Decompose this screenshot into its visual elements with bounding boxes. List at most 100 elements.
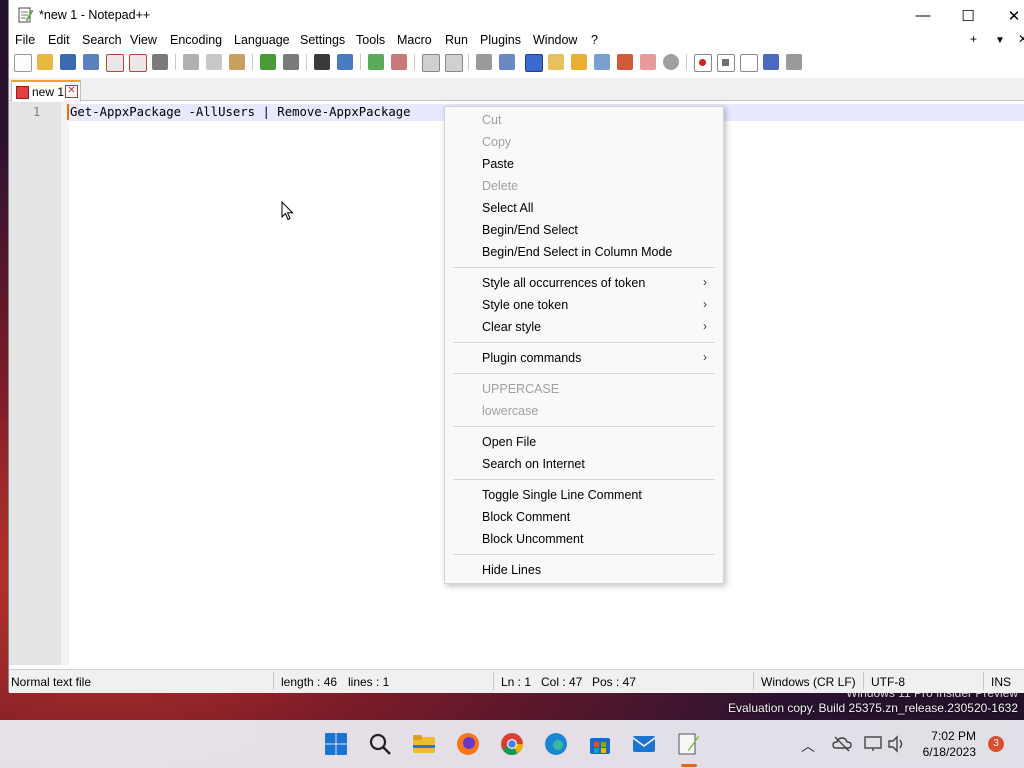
status-insert-mode[interactable]: INS <box>991 675 1011 689</box>
menu-file[interactable]: File <box>15 33 35 47</box>
menu-language[interactable]: Language <box>234 33 290 47</box>
menu-plugins[interactable]: Plugins <box>480 33 521 47</box>
chrome-icon[interactable] <box>500 732 524 756</box>
tab-list-dropdown-icon[interactable]: ▼ <box>995 35 1005 46</box>
ctx-select-all[interactable]: Select All <box>482 201 533 215</box>
ctx-hide-lines[interactable]: Hide Lines <box>482 563 541 577</box>
new-file-icon[interactable] <box>14 54 32 72</box>
status-eol[interactable]: Windows (CR LF) <box>761 675 856 689</box>
print-icon[interactable] <box>152 54 168 70</box>
ctx-paste[interactable]: Paste <box>482 157 514 171</box>
file-explorer-icon[interactable] <box>412 732 436 756</box>
ctx-cut[interactable]: Cut <box>482 113 501 127</box>
firefox-icon[interactable] <box>456 732 480 756</box>
open-file-icon[interactable] <box>37 54 53 70</box>
indent-guide-icon[interactable] <box>525 54 543 72</box>
close-all-icon[interactable] <box>129 54 147 72</box>
title-bar[interactable]: *new 1 - Notepad++ — ☐ ✕ <box>9 0 1024 31</box>
code-line[interactable]: Get-AppxPackage -AllUsers | Remove-AppxP… <box>70 105 411 119</box>
ctx-toggle-single-line-comment[interactable]: Toggle Single Line Comment <box>482 488 642 502</box>
submenu-arrow-icon: › <box>703 350 707 364</box>
minimize-button[interactable]: — <box>900 0 946 31</box>
submenu-arrow-icon: › <box>703 319 707 333</box>
edge-icon[interactable] <box>544 732 568 756</box>
menu-search[interactable]: Search <box>82 33 122 47</box>
doc-map-icon[interactable] <box>571 54 587 70</box>
zoom-in-icon[interactable] <box>368 54 384 70</box>
paste-icon[interactable] <box>229 54 245 70</box>
tab-close-icon[interactable]: ✕ <box>65 85 78 98</box>
word-wrap-icon[interactable] <box>476 54 492 70</box>
notification-badge[interactable]: 3 <box>988 736 1004 752</box>
ctx-lowercase[interactable]: lowercase <box>482 404 538 418</box>
show-all-characters-icon[interactable] <box>499 54 515 70</box>
tab-new-1[interactable]: new 1 ✕ <box>11 80 81 102</box>
menu-macro[interactable]: Macro <box>397 33 432 47</box>
menu-run[interactable]: Run <box>445 33 468 47</box>
status-position: Pos : 47 <box>592 675 637 689</box>
fold-margin[interactable] <box>61 102 69 665</box>
save-macro-icon[interactable] <box>786 54 802 70</box>
play-macro-icon[interactable] <box>740 54 758 72</box>
show-hidden-icons-icon[interactable]: ︿ <box>801 736 815 756</box>
ctx-style-one-token[interactable]: Style one token <box>482 298 568 312</box>
ctx-copy[interactable]: Copy <box>482 135 511 149</box>
close-document-icon[interactable]: ✕ <box>1018 32 1024 46</box>
ctx-plugin-commands[interactable]: Plugin commands <box>482 351 581 365</box>
doc-list-icon[interactable] <box>594 54 610 70</box>
record-macro-icon[interactable] <box>694 54 712 72</box>
undo-icon[interactable] <box>260 54 276 70</box>
clock-time: 7:02 PM <box>931 729 976 743</box>
maximize-button[interactable]: ☐ <box>945 0 991 31</box>
menu-edit[interactable]: Edit <box>48 33 70 47</box>
folder-workspace-icon[interactable] <box>640 54 656 70</box>
onedrive-icon[interactable] <box>832 734 852 754</box>
zoom-out-icon[interactable] <box>391 54 407 70</box>
microsoft-store-icon[interactable] <box>588 732 612 756</box>
menu-window[interactable]: Window <box>533 33 577 47</box>
ctx-clear-style[interactable]: Clear style <box>482 320 541 334</box>
menu-tools[interactable]: Tools <box>356 33 385 47</box>
ctx-search-on-internet[interactable]: Search on Internet <box>482 457 585 471</box>
network-icon[interactable] <box>863 734 883 754</box>
menu-help[interactable]: ? <box>591 33 598 47</box>
sync-horizontal-icon[interactable] <box>445 54 463 72</box>
status-separator <box>753 672 754 690</box>
new-tab-icon[interactable]: + <box>970 32 977 46</box>
toolbar-separator <box>252 54 253 70</box>
ctx-separator <box>453 554 715 555</box>
stop-macro-icon[interactable] <box>717 54 735 72</box>
save-icon[interactable] <box>60 54 76 70</box>
ctx-style-all-occurrences[interactable]: Style all occurrences of token <box>482 276 645 290</box>
menu-settings[interactable]: Settings <box>300 33 345 47</box>
close-button[interactable]: ✕ <box>991 0 1024 31</box>
ctx-uppercase[interactable]: UPPERCASE <box>482 382 559 396</box>
menu-view[interactable]: View <box>130 33 157 47</box>
copy-icon[interactable] <box>206 54 222 70</box>
run-macro-multiple-icon[interactable] <box>763 54 779 70</box>
ctx-open-file[interactable]: Open File <box>482 435 536 449</box>
ctx-block-uncomment[interactable]: Block Uncomment <box>482 532 583 546</box>
replace-icon[interactable] <box>337 54 353 70</box>
menu-encoding[interactable]: Encoding <box>170 33 222 47</box>
ctx-begin-end-select[interactable]: Begin/End Select <box>482 223 578 237</box>
start-windows-icon[interactable] <box>324 732 348 756</box>
mail-icon[interactable] <box>632 732 656 756</box>
function-list-icon[interactable] <box>617 54 633 70</box>
volume-icon[interactable] <box>887 734 907 754</box>
ctx-block-comment[interactable]: Block Comment <box>482 510 570 524</box>
cut-icon[interactable] <box>183 54 199 70</box>
notepadpp-taskbar-icon[interactable] <box>676 732 700 756</box>
udl-icon[interactable] <box>548 54 564 70</box>
find-icon[interactable] <box>314 54 330 70</box>
ctx-delete[interactable]: Delete <box>482 179 518 193</box>
search-icon[interactable] <box>368 732 392 756</box>
redo-icon[interactable] <box>283 54 299 70</box>
status-encoding[interactable]: UTF-8 <box>871 675 905 689</box>
close-icon[interactable] <box>106 54 124 72</box>
ctx-begin-end-select-column[interactable]: Begin/End Select in Column Mode <box>482 245 672 259</box>
clock[interactable]: 7:02 PM 6/18/2023 <box>912 728 976 760</box>
monitoring-icon[interactable] <box>663 54 679 70</box>
sync-vertical-icon[interactable] <box>422 54 440 72</box>
save-all-icon[interactable] <box>83 54 99 70</box>
